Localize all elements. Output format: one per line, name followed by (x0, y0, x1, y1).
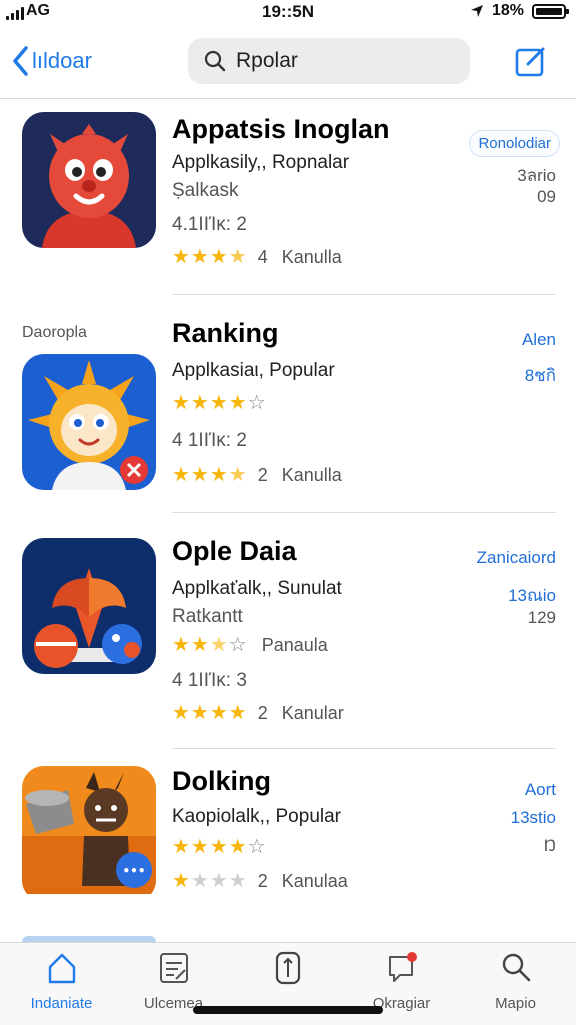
app-title[interactable]: Dolking (172, 766, 271, 797)
rating-count: 4 (257, 247, 268, 267)
category-badge[interactable]: Ronolodiar (469, 130, 560, 157)
app-rating-text: 4 1ΙΙΊκ: 2 (172, 430, 247, 451)
app-subtitle: Applkaťalk,, Sunulat (172, 578, 342, 599)
tab-search[interactable]: Mapio (458, 951, 573, 1012)
compose-icon[interactable] (514, 44, 548, 78)
chat-icon (388, 952, 417, 982)
document-icon (159, 953, 188, 983)
app-extra: Ratkantt (172, 606, 243, 627)
app-subtitle: Applkasiaι, Popular (172, 360, 335, 381)
app-meta-2: 13stio (510, 808, 556, 827)
back-button[interactable]: lıldoar (10, 44, 92, 78)
location-arrow-icon (470, 5, 483, 17)
star-icon: ★★★★ (172, 392, 248, 414)
app-meta-1[interactable]: Alen (522, 330, 556, 350)
chevron-left-icon (13, 46, 28, 76)
row-divider (172, 512, 556, 513)
navigation-bar: lıldoar Rpolar (0, 30, 576, 99)
row-divider (172, 748, 556, 749)
app-meta-3: Ŋ (543, 836, 556, 855)
star-outline-icon: ☆ (247, 836, 267, 858)
app-icon-bird-characters (22, 538, 156, 674)
tab-home[interactable]: Indaniate (4, 951, 119, 1012)
tab-label: Indaniate (30, 995, 93, 1012)
star-icon: ★★★★ (172, 702, 248, 724)
star-rating-top: ★★★☆ Panaula (172, 632, 328, 657)
sun-character-icon (22, 354, 156, 490)
star-outline-icon: ☆ (228, 634, 248, 656)
bird-characters-icon (22, 538, 156, 674)
status-right: 18% (470, 2, 569, 20)
rating-count: 2 (257, 871, 268, 891)
star-outline-icon: ☆ (247, 392, 267, 414)
battery-percent: 18% (491, 2, 524, 19)
star-rating-top: ★★★★☆ (172, 390, 267, 415)
app-meta-2: 8ชกิ (524, 366, 556, 385)
star-rating: ★★★★ 4 Kanulla (172, 244, 342, 269)
list-item[interactable]: Appatsis Inoglan Applkasily,, Ropnalar Ṣ… (0, 100, 576, 326)
star-icon: ★★★ (172, 464, 229, 486)
search-icon (502, 953, 530, 982)
back-label: lıldoar (32, 48, 92, 73)
app-meta-1[interactable]: Aort (525, 780, 556, 800)
star-rating: ★★★★ 2 Kanulla (172, 462, 342, 487)
search-field[interactable]: Rpolar (188, 38, 470, 84)
tab-label: Mapio (495, 995, 536, 1012)
home-icon (48, 953, 75, 984)
star-empty-icon: ★★★ (190, 870, 248, 892)
star-icon: ★★ (172, 634, 210, 656)
app-icon-sun-character (22, 354, 156, 490)
app-subtitle: Applkasily,, Ropnalar (172, 152, 350, 173)
home-indicator (193, 1006, 383, 1014)
red-monster-icon (22, 112, 156, 248)
star-icon: ★★★★ (172, 836, 248, 858)
list-item[interactable]: Ranking Applkasiaι, Popular ★★★★☆ 4 1ΙΙΊ… (0, 316, 576, 542)
app-meta-2: 13ณio (508, 586, 556, 605)
battery-icon (532, 3, 569, 19)
star-icon: ★ (172, 870, 191, 892)
star-rating-top: ★★★★☆ (172, 834, 267, 859)
rating-label: Kanulla (281, 247, 342, 267)
app-meta-3: 129 (527, 608, 556, 627)
tab-phone[interactable] (230, 951, 345, 995)
dog-warrior-icon: ••• (22, 766, 156, 894)
search-icon (204, 50, 226, 72)
rating-label: Kanulla (281, 465, 342, 485)
half-star-icon: ★ (209, 634, 229, 656)
app-title[interactable]: Appatsis Inoglan (172, 114, 390, 145)
list-item[interactable]: Ople Daia Applkaťalk,, Sunulat Ratkantt … (0, 532, 576, 758)
phone-icon (275, 951, 300, 985)
svg-text:•••: ••• (122, 864, 145, 878)
star-rating: ★★★★ 2 Kanular (172, 700, 344, 725)
app-meta-1[interactable]: Zanicaiord (477, 548, 556, 568)
rating-label: Kanulaa (281, 871, 348, 891)
app-subtitle: Kaopiolalk,, Popular (172, 806, 341, 827)
tab-chat[interactable]: Okragiar (344, 951, 459, 1012)
rating-count: 2 (257, 465, 268, 485)
app-meta-2: 09 (537, 187, 556, 206)
star-rating: ★★★★ 2 Kanulaa (172, 868, 348, 893)
app-rating-text: 4 1ΙΙΊκ: 3 (172, 670, 247, 691)
rating-count: 2 (257, 703, 268, 723)
app-icon-dog-warrior: ••• (22, 766, 156, 902)
half-star-icon: ★ (228, 246, 248, 268)
app-extra: Ṣalkask (172, 180, 239, 201)
half-star-icon: ★ (228, 464, 248, 486)
search-text: Rpolar (236, 49, 298, 72)
rating-label: Panaula (261, 635, 328, 655)
rating-label: Kanular (281, 703, 344, 723)
app-title[interactable]: Ople Daia (172, 536, 297, 567)
star-icon: ★★★ (172, 246, 229, 268)
row-divider (172, 294, 556, 295)
tab-documents[interactable]: Ulcemea (116, 951, 231, 1012)
app-rating-text: 4.1ΙΙΊκ: 2 (172, 214, 247, 235)
app-icon-red-monster (22, 112, 156, 248)
app-meta-1: 3ลrio (517, 166, 556, 185)
status-bar: AG 19::5N 18% (0, 0, 576, 24)
app-title[interactable]: Ranking (172, 318, 279, 349)
